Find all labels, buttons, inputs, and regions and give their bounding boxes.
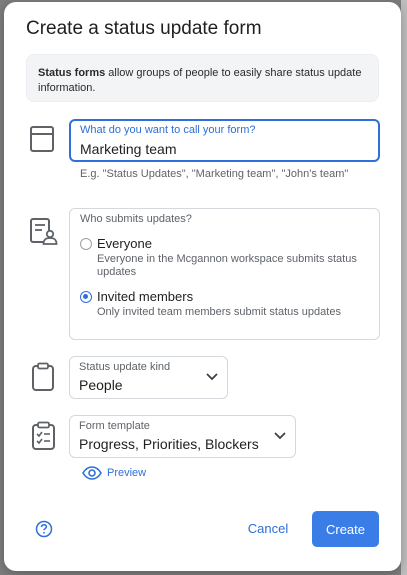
preview-label: Preview: [107, 467, 147, 479]
help-icon[interactable]: [35, 520, 53, 538]
radio-everyone-circle[interactable]: [80, 238, 92, 250]
form-name-input[interactable]: What do you want to call your form? Mark…: [69, 119, 380, 162]
form-template-select[interactable]: Form template Progress, Priorities, Bloc…: [69, 415, 296, 458]
radio-invited-members-title: Invited members: [97, 289, 194, 304]
backdrop: [401, 0, 407, 575]
status-kind-select[interactable]: Status update kind People: [69, 356, 228, 399]
chevron-down-icon: [206, 373, 218, 381]
create-button[interactable]: Create: [312, 511, 379, 547]
submitters-icon: [29, 217, 59, 252]
radio-everyone-title: Everyone: [97, 236, 152, 251]
submitters-label: Who submits updates?: [80, 213, 192, 225]
form-template-label: Form template: [79, 420, 150, 432]
form-name-hint: E.g. "Status Updates", "Marketing team",…: [80, 168, 349, 180]
radio-everyone-description: Everyone in the Mcgannon workspace submi…: [97, 253, 357, 278]
checklist-icon: [31, 421, 57, 456]
radio-invited-members-description: Only invited team members submit status …: [97, 306, 341, 318]
eye-icon: [82, 466, 102, 480]
dialog-title: Create a status update form: [26, 18, 262, 39]
chevron-down-icon: [274, 432, 286, 440]
info-box: Status forms allow groups of people to e…: [26, 54, 379, 102]
cancel-button[interactable]: Cancel: [237, 513, 299, 543]
info-bold-text: Status forms: [38, 67, 106, 79]
radio-invited-members-circle[interactable]: [80, 291, 92, 303]
clipboard-icon: [31, 362, 55, 397]
form-icon: [29, 125, 55, 158]
create-status-form-dialog: Create a status update form Status forms…: [4, 2, 401, 571]
form-name-value[interactable]: Marketing team: [80, 141, 176, 157]
status-kind-value: People: [79, 377, 123, 393]
form-name-label: What do you want to call your form?: [80, 124, 256, 136]
submitters-radio-group: Who submits updates? Everyone Everyone i…: [69, 208, 380, 340]
status-kind-label: Status update kind: [79, 361, 171, 373]
form-template-value: Progress, Priorities, Blockers: [79, 436, 259, 452]
